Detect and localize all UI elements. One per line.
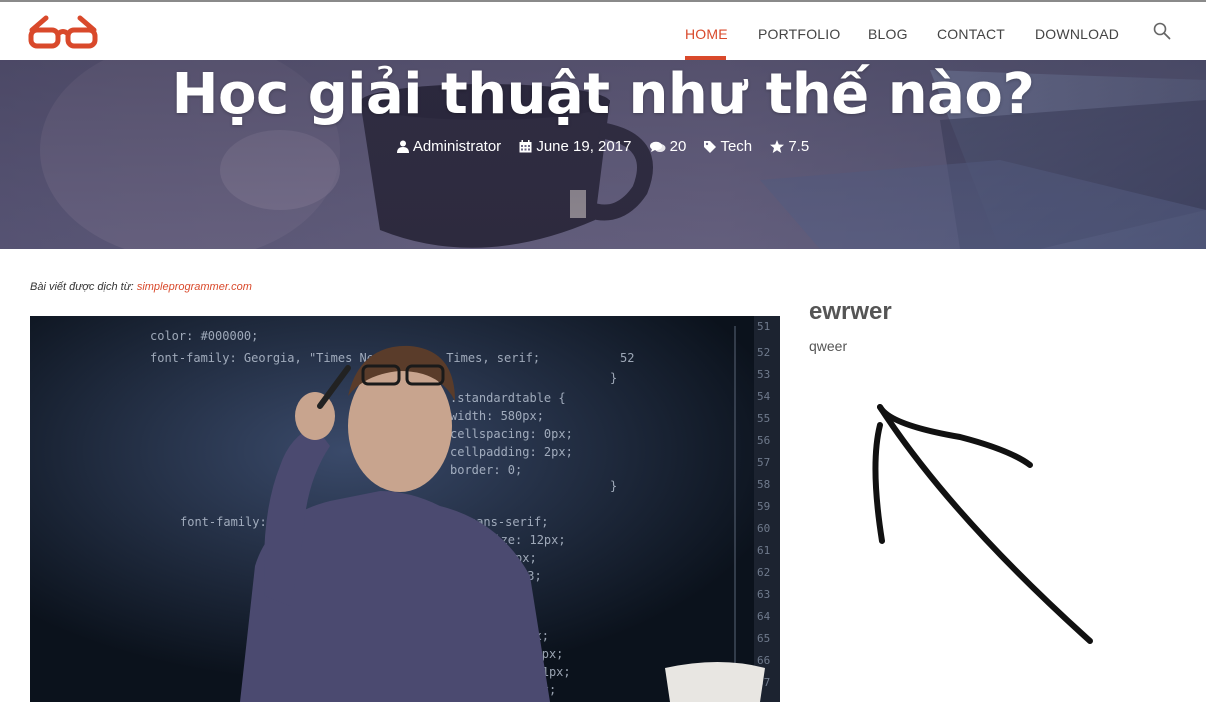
svg-text:51: 51	[757, 320, 770, 333]
translation-credit: Bài viết được dịch từ: simpleprogrammer.…	[30, 281, 252, 293]
svg-text:58: 58	[757, 478, 770, 491]
meta-author[interactable]: Administrator	[396, 138, 502, 155]
widget-text: qweer	[809, 338, 848, 354]
nav-download[interactable]: DOWNLOAD	[1035, 26, 1119, 42]
svg-text:color: #000000;: color: #000000;	[150, 329, 258, 343]
svg-text:}: }	[610, 479, 617, 493]
svg-text:56: 56	[757, 434, 770, 447]
meta-date: June 19, 2017	[519, 138, 631, 155]
nav-portfolio[interactable]: PORTFOLIO	[758, 26, 840, 42]
svg-text:}: }	[610, 371, 617, 385]
widget-title: ewrwer	[809, 298, 892, 325]
post-meta: Administrator June 19, 2017 20 Tech 7.5	[0, 138, 1206, 155]
svg-text:66: 66	[757, 654, 770, 667]
svg-text:52: 52	[620, 351, 634, 365]
star-icon	[770, 140, 785, 153]
svg-text:65: 65	[757, 632, 770, 645]
search-icon[interactable]	[1153, 22, 1171, 40]
svg-text:cellpadding: 2px;: cellpadding: 2px;	[450, 445, 573, 459]
svg-text:cellspacing: 0px;: cellspacing: 0px;	[450, 427, 573, 441]
svg-text:53: 53	[757, 368, 770, 381]
tag-name: Tech	[720, 138, 753, 155]
post-date: June 19, 2017	[536, 138, 632, 155]
svg-text:60: 60	[757, 522, 770, 535]
svg-text:55: 55	[757, 412, 770, 425]
site-header: HOME PORTFOLIO BLOG CONTACT DOWNLOAD	[0, 2, 1206, 60]
svg-text:61: 61	[757, 544, 770, 557]
hand-drawn-arrow-icon	[872, 404, 1093, 644]
programmer-photo: color: #000000; font-family: Georgia, "T…	[30, 316, 780, 702]
svg-text:57: 57	[757, 456, 770, 469]
svg-text:63: 63	[757, 588, 770, 601]
author-name: Administrator	[412, 138, 502, 155]
svg-text:62: 62	[757, 566, 770, 579]
svg-text:52: 52	[757, 346, 770, 359]
svg-text:64: 64	[757, 610, 771, 623]
svg-text:54: 54	[757, 390, 771, 403]
glasses-logo-icon[interactable]	[28, 14, 98, 50]
svg-text:width: 580px;: width: 580px;	[450, 409, 544, 423]
user-icon	[396, 140, 409, 153]
rating-value: 7.5	[788, 138, 810, 155]
tag-icon	[704, 141, 717, 153]
meta-comments[interactable]: 20	[649, 138, 687, 155]
svg-text:.standardtable {: .standardtable {	[450, 391, 566, 405]
calendar-icon	[519, 140, 532, 153]
credit-link[interactable]: simpleprogrammer.com	[137, 281, 252, 293]
meta-rating: 7.5	[770, 138, 809, 155]
nav-home[interactable]: HOME	[685, 26, 728, 42]
post-title: Học giải thuật như thế nào?	[171, 62, 1035, 127]
hero-banner: Học giải thuật như thế nào? Administrato…	[0, 60, 1206, 249]
svg-text:59: 59	[757, 500, 770, 513]
meta-tag[interactable]: Tech	[704, 138, 752, 155]
comments-icon	[649, 141, 666, 152]
svg-text:border: 0;: border: 0;	[450, 463, 522, 477]
svg-text:font-family: Georgia, "Times N: font-family: Georgia, "Times New Roman",…	[150, 351, 540, 365]
nav-blog[interactable]: BLOG	[868, 26, 908, 42]
nav-contact[interactable]: CONTACT	[937, 26, 1005, 42]
article-featured-image: color: #000000; font-family: Georgia, "T…	[30, 316, 780, 702]
comment-count: 20	[669, 138, 687, 155]
credit-prefix: Bài viết được dịch từ:	[30, 281, 134, 293]
nav-active-underline	[685, 56, 726, 60]
